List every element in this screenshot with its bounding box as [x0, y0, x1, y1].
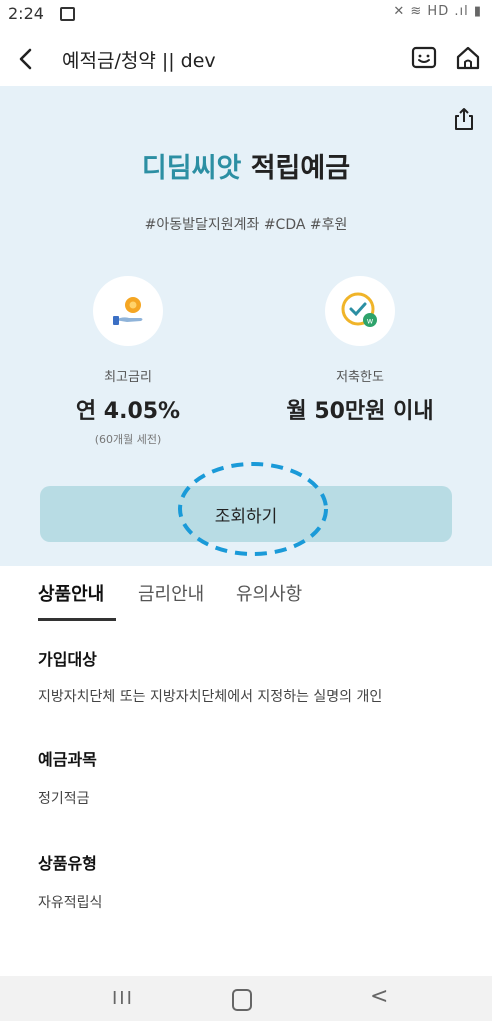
system-nav-bar: III <	[0, 976, 492, 1021]
section-heading: 예금과목	[38, 750, 97, 769]
tab-product-info[interactable]: 상품안내	[38, 580, 104, 606]
clock-check-icon: w	[341, 292, 377, 327]
product-title-accent: 디딤씨앗	[141, 153, 242, 184]
max-rate-label: 최고금리	[104, 370, 152, 385]
product-tabs: 상품안내 금리안내 유의사항	[0, 566, 492, 626]
tab-notices[interactable]: 유의사항	[236, 580, 302, 606]
back-icon[interactable]	[14, 44, 38, 74]
section-heading: 가입대상	[38, 650, 97, 669]
svg-text:w: w	[367, 317, 374, 326]
status-bar: 2:24 ✕ ≋ HD .ıl ▮	[0, 0, 492, 30]
section-heading: 상품유형	[38, 854, 97, 873]
max-rate-note: (60개월 세전)	[94, 433, 162, 446]
app-title: 예적금/청약 || dev	[62, 50, 216, 72]
max-rate-info: 최고금리 연 4.05% (60개월 세전)	[18, 276, 238, 447]
recent-apps-button[interactable]: III	[112, 988, 134, 1009]
back-button[interactable]: <	[370, 984, 388, 1009]
gallery-notification-icon	[60, 7, 75, 21]
chatbot-icon[interactable]	[410, 44, 438, 72]
section-text: 정기적금	[38, 791, 90, 807]
status-indicators: ✕ ≋ HD .ıl ▮	[393, 4, 482, 19]
max-rate-value: 연 4.05%	[75, 399, 181, 424]
product-hashtags: #아동발달지원계좌 #CDA #후원	[144, 217, 348, 233]
limit-icon-circle: w	[325, 276, 395, 346]
section-eligibility: 가입대상 지방자치단체 또는 지방자치단체에서 지정하는 실명의 개인	[0, 636, 492, 736]
coin-hand-icon	[113, 297, 143, 325]
section-text: 지방자치단체 또는 지방자치단체에서 지정하는 실명의 개인	[38, 689, 383, 705]
tab-rate-info[interactable]: 금리안내	[138, 580, 204, 606]
section-text: 자유적립식	[38, 895, 103, 911]
active-tab-indicator	[38, 618, 116, 621]
status-time: 2:24	[8, 4, 44, 23]
home-icon[interactable]	[454, 44, 482, 72]
rate-icon-circle	[93, 276, 163, 346]
home-button[interactable]	[232, 989, 252, 1011]
share-icon[interactable]	[452, 106, 476, 132]
product-hero: 디딤씨앗 적립예금 #아동발달지원계좌 #CDA #후원 최고금리 연 4.05…	[0, 86, 492, 566]
savings-limit-label: 저축한도	[336, 370, 384, 385]
savings-limit-info: w 저축한도 월 50만원 이내	[250, 276, 470, 425]
app-bar: 예적금/청약 || dev	[0, 32, 492, 86]
section-deposit-type: 예금과목 정기적금	[0, 736, 492, 836]
savings-limit-value: 월 50만원 이내	[286, 399, 434, 424]
section-product-type: 상품유형 자유적립식	[0, 836, 492, 956]
product-title-rest: 적립예금	[250, 153, 351, 184]
inquiry-button[interactable]: 조회하기	[40, 486, 452, 542]
product-title: 디딤씨앗 적립예금	[0, 146, 492, 185]
